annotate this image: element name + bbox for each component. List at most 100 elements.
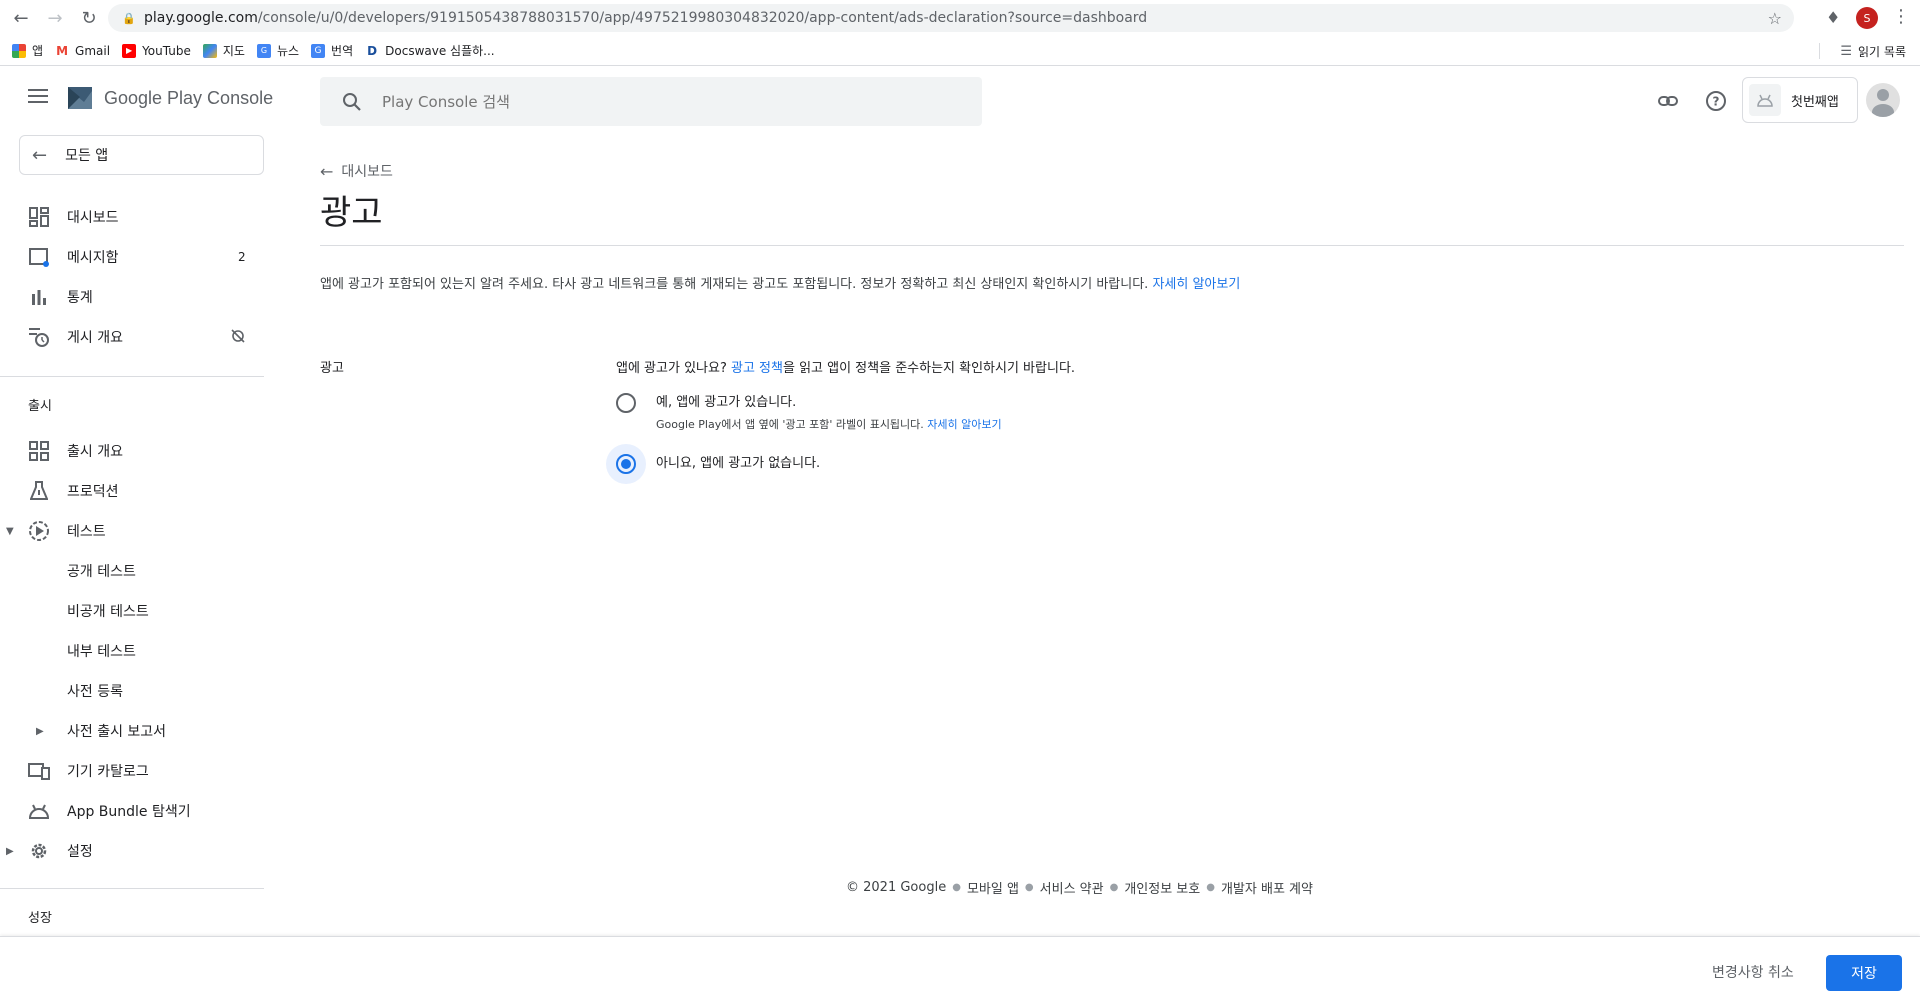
bookmark-maps[interactable]: 지도 [202,42,245,59]
app-logo-text[interactable]: Google Play Console [104,88,273,109]
search-input[interactable] [382,92,942,111]
back-arrow-icon: ← [320,161,334,181]
app-switcher-chip[interactable]: 첫번째앱 [1742,77,1858,123]
back-arrow-icon[interactable]: ← [8,5,34,31]
caret-right-icon[interactable]: ▶ [6,846,14,857]
sidebar-item-app-bundle-explorer[interactable]: App Bundle 탐색기 [0,793,264,829]
sidebar-item-publishing-overview[interactable]: 게시 개요 [0,319,264,355]
ads-question: 앱에 광고가 있나요? 광고 정책을 읽고 앱이 정책을 준수하는지 확인하시기… [616,361,1076,376]
reading-list-button[interactable]: ☰ 읽기 목록 [1840,43,1906,60]
address-bar[interactable]: 🔒 play.google.com/console/u/0/developers… [108,4,1794,32]
sidebar-item-production[interactable]: 프로덕션 [0,473,264,509]
learn-more-link[interactable]: 자세히 알아보기 [1152,277,1240,292]
youtube-icon: ▶ [122,43,137,58]
search-icon [343,92,361,111]
sidebar-item-closed-testing[interactable]: 비공개 테스트 [0,593,264,629]
option-no-ads[interactable]: 아니요, 앱에 광고가 없습니다. [606,444,820,484]
android-bundle-icon [28,800,50,822]
search-bar[interactable] [320,77,982,126]
bookmarks-bar: 앱 M Gmail ▶ YouTube 지도 G 뉴스 G 번역 D Docsw… [0,36,1920,66]
managed-publishing-off-icon [230,328,246,347]
option-yes-ads[interactable]: 예, 앱에 광고가 있습니다. Google Play에서 앱 옆에 '광고 포… [606,383,1002,432]
app-header: Google Play Console ? 첫번째앱 [0,67,1920,135]
footer-separator: ● [1206,882,1215,893]
save-bar: 변경사항 취소 저장 [0,936,1920,1004]
help-icon[interactable]: ? [1704,89,1728,113]
radio-yes[interactable] [606,383,646,423]
forward-arrow-icon[interactable]: → [42,5,68,31]
option-yes-learn-more-link[interactable]: 자세히 알아보기 [927,418,1001,431]
footer-link-developer-agreement[interactable]: 개발자 배포 계약 [1221,878,1313,897]
browser-menu-icon[interactable]: ⋮ [1892,6,1910,27]
inbox-count-badge: 2 [238,250,246,264]
sidebar-item-testing[interactable]: ▼ 테스트 [0,513,264,549]
footer-separator: ● [952,882,961,893]
sidebar-section-release: 출시 [28,399,52,414]
reading-list-icon: ☰ [1840,44,1853,59]
sidebar-item-inbox[interactable]: 메시지함 2 [0,239,264,275]
android-icon [1749,84,1781,116]
url-path: /console/u/0/developers/9191505438788031… [257,10,1148,26]
sidebar-item-release-overview[interactable]: 출시 개요 [0,433,264,469]
footer-link-privacy[interactable]: 개인정보 보호 [1124,878,1200,897]
copyright: © 2021 Google [846,880,947,895]
hamburger-menu-icon[interactable] [28,89,48,103]
save-button[interactable]: 저장 [1826,955,1902,991]
extensions-puzzle-icon[interactable]: ♦ [1826,8,1840,27]
sidebar-nav: ← 모든 앱 대시보드 메시지함 2 통계 게시 개요 출시 출시 개요 프로덕… [0,135,264,935]
bookmark-translate[interactable]: G 번역 [311,42,353,59]
radio-no[interactable] [606,444,646,484]
footer-link-mobile-app[interactable]: 모바일 앱 [967,878,1019,897]
all-apps-button[interactable]: ← 모든 앱 [19,135,264,175]
option-no-label: 아니요, 앱에 광고가 없습니다. [656,456,821,471]
title-divider [320,245,1904,246]
sidebar-item-dashboard[interactable]: 대시보드 [0,199,264,235]
docswave-icon: D [365,43,380,58]
footer: © 2021 Google ● 모바일 앱 ● 서비스 약관 ● 개인정보 보호… [846,878,1313,897]
sidebar-item-internal-testing[interactable]: 내부 테스트 [0,633,264,669]
bookmark-news[interactable]: G 뉴스 [256,42,299,59]
gear-icon [28,840,50,862]
testing-play-icon [28,520,50,542]
bookmark-docswave[interactable]: D Docswave 심플하... [365,42,495,59]
sidebar-item-open-testing[interactable]: 공개 테스트 [0,553,264,589]
back-to-dashboard-link[interactable]: ← 대시보드 [320,161,393,181]
bookmark-gmail[interactable]: M Gmail [55,43,110,58]
production-flask-icon [28,480,50,502]
caret-right-icon[interactable]: ▶ [36,726,44,737]
release-overview-icon [28,440,50,462]
sidebar-item-device-catalog[interactable]: 기기 카탈로그 [0,753,264,789]
page-title: 광고 [320,193,383,233]
sidebar-item-settings[interactable]: ▶ 설정 [0,833,264,869]
option-yes-help: Google Play에서 앱 옆에 '광고 포함' 라벨이 표시됩니다. 자세… [656,418,1002,431]
sidebar-item-pre-launch-report[interactable]: ▶ 사전 출시 보고서 [0,713,264,749]
caret-down-icon[interactable]: ▼ [6,526,14,537]
ads-policy-link[interactable]: 광고 정책 [731,361,783,376]
svg-text:?: ? [1713,95,1720,109]
sidebar-item-statistics[interactable]: 통계 [0,279,264,315]
news-icon: G [256,43,271,58]
devices-icon [28,760,50,782]
bar-chart-icon [28,286,50,308]
discard-changes-button[interactable]: 변경사항 취소 [1712,955,1794,989]
translate-icon: G [311,43,326,58]
maps-icon [202,43,217,58]
sidebar-divider [0,888,264,889]
bookmark-star-icon[interactable]: ☆ [1768,9,1782,28]
link-icon[interactable] [1656,89,1680,113]
footer-link-terms[interactable]: 서비스 약관 [1040,878,1104,897]
profile-avatar[interactable]: S [1856,7,1878,29]
account-avatar[interactable] [1866,83,1900,117]
bookmark-youtube[interactable]: ▶ YouTube [122,43,191,58]
option-yes-label: 예, 앱에 광고가 있습니다. [656,395,797,410]
sidebar-divider [0,376,264,377]
footer-separator: ● [1109,882,1119,893]
bookmark-apps[interactable]: 앱 [12,42,43,59]
sidebar-item-pre-registration[interactable]: 사전 등록 [0,673,264,709]
ads-section-label: 광고 [320,361,344,376]
lock-icon: 🔒 [122,12,136,25]
bookmarks-separator [1819,43,1820,59]
reload-icon[interactable]: ↻ [76,5,102,31]
inbox-icon [28,246,50,268]
back-arrow-icon: ← [32,144,48,166]
